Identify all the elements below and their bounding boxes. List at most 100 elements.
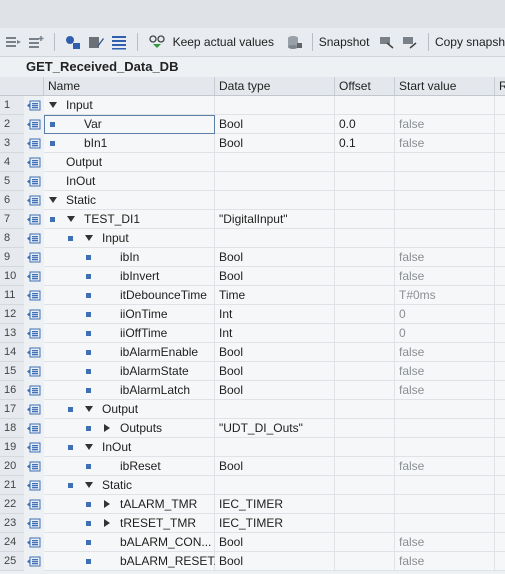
- retain-cell[interactable]: [495, 495, 505, 514]
- retain-cell[interactable]: [495, 362, 505, 381]
- data-type-cell[interactable]: Bool: [215, 248, 335, 267]
- name-cell[interactable]: Output: [44, 400, 215, 419]
- collapse-chevron-icon[interactable]: [67, 216, 75, 222]
- data-type-cell[interactable]: IEC_TIMER: [215, 495, 335, 514]
- snapshot-button[interactable]: Snapshot: [319, 35, 370, 49]
- offset-cell[interactable]: [335, 400, 395, 419]
- start-value-cell[interactable]: false: [395, 115, 495, 134]
- table-row[interactable]: 17 Output: [0, 400, 505, 419]
- name-cell[interactable]: itDebounceTime: [44, 286, 215, 305]
- expand-chevron-icon[interactable]: [104, 519, 110, 527]
- collapse-chevron-icon[interactable]: [85, 406, 93, 412]
- collapse-chevron-icon[interactable]: [49, 197, 57, 203]
- retain-cell[interactable]: [495, 210, 505, 229]
- table-row[interactable]: 12 iiOnTime Int 0: [0, 305, 505, 324]
- data-type-cell[interactable]: [215, 438, 335, 457]
- data-type-cell[interactable]: IEC_TIMER: [215, 514, 335, 533]
- column-header-data-type[interactable]: Data type: [215, 77, 335, 95]
- start-value-cell[interactable]: [395, 153, 495, 172]
- offset-cell[interactable]: 0.0: [335, 115, 395, 134]
- column-header-name[interactable]: Name: [44, 77, 215, 95]
- retain-cell[interactable]: [495, 153, 505, 172]
- collapse-chevron-icon[interactable]: [85, 235, 93, 241]
- retain-cell[interactable]: [495, 533, 505, 552]
- data-type-cell[interactable]: Bool: [215, 115, 335, 134]
- expand-all-icon[interactable]: [64, 33, 84, 51]
- table-row[interactable]: 4 Output: [0, 153, 505, 172]
- start-value-cell[interactable]: [395, 172, 495, 191]
- column-header-retain[interactable]: Re: [495, 77, 505, 95]
- table-row[interactable]: 7 TEST_DI1 "DigitalInput": [0, 210, 505, 229]
- offset-cell[interactable]: [335, 476, 395, 495]
- retain-cell[interactable]: [495, 457, 505, 476]
- name-cell[interactable]: InOut: [44, 172, 215, 191]
- load-snapshot-icon[interactable]: [400, 33, 420, 51]
- collapse-chevron-icon[interactable]: [85, 482, 93, 488]
- table-row[interactable]: 22 tALARM_TMR IEC_TIMER: [0, 495, 505, 514]
- name-cell[interactable]: ibInvert: [44, 267, 215, 286]
- data-type-cell[interactable]: Bool: [215, 362, 335, 381]
- start-value-cell[interactable]: false: [395, 134, 495, 153]
- retain-cell[interactable]: [495, 419, 505, 438]
- retain-cell[interactable]: [495, 286, 505, 305]
- offset-cell[interactable]: [335, 457, 395, 476]
- start-value-cell[interactable]: 0: [395, 324, 495, 343]
- offset-cell[interactable]: [335, 419, 395, 438]
- data-type-cell[interactable]: Bool: [215, 457, 335, 476]
- name-cell[interactable]: tRESET_TMR: [44, 514, 215, 533]
- start-value-cell[interactable]: false: [395, 267, 495, 286]
- table-row[interactable]: 1 Input: [0, 96, 505, 115]
- table-row[interactable]: 20 ibReset Bool false: [0, 457, 505, 476]
- retain-cell[interactable]: [495, 172, 505, 191]
- data-type-cell[interactable]: Bool: [215, 134, 335, 153]
- table-row[interactable]: 3 bIn1 Bool 0.1 false: [0, 134, 505, 153]
- start-value-cell[interactable]: [395, 210, 495, 229]
- collapse-chevron-icon[interactable]: [49, 102, 57, 108]
- table-row[interactable]: 21 Static: [0, 476, 505, 495]
- monitor-glasses-icon[interactable]: [147, 33, 167, 51]
- start-value-cell[interactable]: false: [395, 343, 495, 362]
- offset-cell[interactable]: [335, 153, 395, 172]
- start-value-cell[interactable]: [395, 191, 495, 210]
- retain-cell[interactable]: [495, 514, 505, 533]
- data-type-cell[interactable]: Time: [215, 286, 335, 305]
- data-type-cell[interactable]: [215, 172, 335, 191]
- name-cell[interactable]: Input: [44, 229, 215, 248]
- start-value-cell[interactable]: false: [395, 457, 495, 476]
- start-value-cell[interactable]: [395, 419, 495, 438]
- name-cell[interactable]: bIn1: [44, 134, 215, 153]
- start-value-cell[interactable]: false: [395, 381, 495, 400]
- insert-row-icon[interactable]: [3, 33, 23, 51]
- data-type-cell[interactable]: Bool: [215, 267, 335, 286]
- copy-snapshot-icon[interactable]: [377, 33, 397, 51]
- retain-cell[interactable]: [495, 248, 505, 267]
- start-value-cell[interactable]: [395, 96, 495, 115]
- start-value-cell[interactable]: false: [395, 362, 495, 381]
- offset-cell[interactable]: [335, 381, 395, 400]
- retain-cell[interactable]: [495, 324, 505, 343]
- name-cell[interactable]: iiOnTime: [44, 305, 215, 324]
- table-row[interactable]: 19 InOut: [0, 438, 505, 457]
- table-row[interactable]: 11 itDebounceTime Time T#0ms: [0, 286, 505, 305]
- data-type-cell[interactable]: [215, 476, 335, 495]
- data-type-cell[interactable]: [215, 400, 335, 419]
- name-cell[interactable]: ibIn: [44, 248, 215, 267]
- name-cell[interactable]: TEST_DI1: [44, 210, 215, 229]
- name-cell[interactable]: ibReset: [44, 457, 215, 476]
- start-value-cell[interactable]: false: [395, 248, 495, 267]
- data-type-cell[interactable]: "DigitalInput": [215, 210, 335, 229]
- expand-chevron-icon[interactable]: [104, 424, 110, 432]
- name-cell[interactable]: Output: [44, 153, 215, 172]
- data-type-cell[interactable]: [215, 229, 335, 248]
- start-value-cell[interactable]: 0: [395, 305, 495, 324]
- name-cell[interactable]: ibAlarmLatch: [44, 381, 215, 400]
- offset-cell[interactable]: [335, 533, 395, 552]
- name-cell[interactable]: iiOffTime: [44, 324, 215, 343]
- name-cell[interactable]: InOut: [44, 438, 215, 457]
- start-value-cell[interactable]: [395, 476, 495, 495]
- start-value-cell[interactable]: false: [395, 552, 495, 571]
- table-row[interactable]: 8 Input: [0, 229, 505, 248]
- retain-cell[interactable]: [495, 381, 505, 400]
- offset-cell[interactable]: [335, 96, 395, 115]
- data-type-cell[interactable]: [215, 153, 335, 172]
